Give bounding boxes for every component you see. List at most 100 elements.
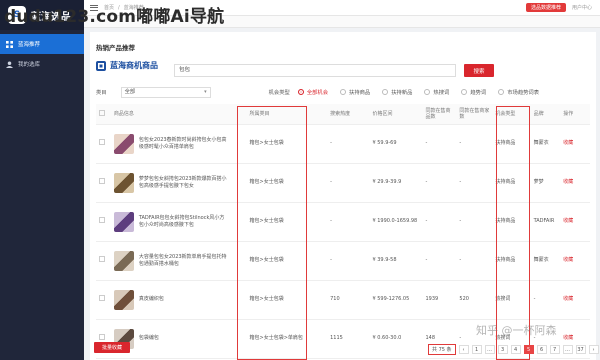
radio-option[interactable]: 扶持商品 — [340, 88, 370, 96]
opportunity-type-cell: 扶持商品 — [492, 241, 531, 281]
opportunity-type-cell: 热搜词 — [492, 280, 531, 320]
next-page-button[interactable]: › — [588, 345, 599, 354]
batch-collect-button[interactable]: 批量收藏 — [94, 342, 130, 353]
product-name[interactable]: TADFAIR包包女斜挎包Stilnock风小方包小众时尚高级感腋下包 — [139, 215, 229, 228]
row-checkbox[interactable] — [99, 256, 105, 263]
collect-action[interactable]: 收藏 — [560, 124, 590, 164]
product-name[interactable]: 包包女2023春新款时尚斜挎包女小包高级感时髦小众百搭单肩包 — [139, 137, 229, 150]
column-header: 同款在售商品数 — [422, 104, 457, 125]
radio-circle-icon — [461, 89, 468, 95]
row-checkbox[interactable] — [99, 139, 105, 146]
page-button[interactable]: 5 — [523, 345, 534, 354]
page-button[interactable]: 1 — [471, 345, 482, 354]
table-row: TADFAIR包包女斜挎包Stilnock风小方包小众时尚高级感腋下包 箱包>女士… — [96, 202, 590, 242]
product-info-cell: 萝梦包包女斜挎包2023新款爆款百搭小包高级感手提包腋下包女 — [110, 163, 247, 203]
collect-action[interactable]: 收藏 — [560, 163, 590, 203]
row-checkbox[interactable] — [99, 178, 105, 185]
radio-option[interactable]: 市场趋势词表 — [498, 88, 539, 96]
pagination-total: 共 75 条 — [428, 344, 456, 355]
radio-label: 扶持新品 — [391, 90, 413, 96]
type-label: 机会类型 — [268, 90, 290, 96]
page-button[interactable]: 37 — [575, 345, 586, 354]
column-header — [96, 104, 111, 125]
radio-option[interactable]: 趋势词 — [461, 88, 486, 96]
same-goods-count-cell: - — [422, 163, 457, 203]
collect-action[interactable]: 收藏 — [560, 280, 590, 320]
sidebar: S 蓝海选品 蓝海推荐 我的选库 — [0, 0, 84, 360]
radio-label: 扶持商品 — [349, 90, 371, 96]
row-checkbox[interactable] — [99, 295, 105, 302]
sidebar-item-recommend[interactable]: 蓝海推荐 — [0, 34, 84, 54]
page-button[interactable]: 6 — [536, 345, 547, 354]
radio-label: 市场趋势词表 — [507, 90, 540, 96]
category-cell: 箱包>女士包袋>单肩包 — [246, 319, 328, 359]
product-thumbnail[interactable] — [113, 211, 134, 232]
page-button[interactable]: 4 — [510, 345, 521, 354]
search-button[interactable]: 搜索 — [464, 64, 494, 77]
search-heat-cell: - — [327, 124, 370, 164]
radio-option[interactable]: 热搜词 — [424, 88, 449, 96]
category-select[interactable]: 全部 — [120, 86, 211, 98]
table-header-row: 商品信息 所属类目 搜索热度 价格区间 同款在售商品数 同款在售商家数 机会类型 品牌 操作 — [96, 104, 590, 125]
product-name[interactable]: 萝梦包包女斜挎包2023新款爆款百搭小包高级感手提包腋下包女 — [139, 176, 229, 189]
search-input[interactable]: 包包 — [174, 64, 456, 77]
page-button[interactable]: … — [562, 345, 573, 354]
column-header: 价格区间 — [369, 104, 423, 125]
page-button[interactable]: 7 — [549, 345, 560, 354]
product-thumbnail[interactable] — [113, 172, 134, 193]
column-header: 商品信息 — [110, 104, 247, 125]
sidebar-item-my-library[interactable]: 我的选库 — [0, 54, 84, 74]
section-title: 热销产品推荐 — [96, 44, 135, 52]
select-all-checkbox[interactable] — [99, 109, 105, 116]
product-thumbnail[interactable] — [113, 289, 134, 310]
category-cell: 箱包>女士包袋 — [246, 202, 328, 242]
opportunity-type-radios: 全部机会 扶持商品 扶持新品 热搜词 趋势词 市场趋势词表 — [297, 88, 539, 96]
column-header: 品牌 — [530, 104, 561, 125]
collect-action[interactable]: 收藏 — [560, 241, 590, 281]
radio-option[interactable]: 扶持新品 — [382, 88, 412, 96]
row-checkbox-cell — [96, 280, 111, 320]
opportunity-type-cell: 扶持商品 — [492, 124, 531, 164]
row-checkbox[interactable] — [99, 334, 105, 341]
radio-label: 热搜词 — [433, 90, 450, 96]
pagination: 共 75 条 ‹ 1… 3 4 5 6 7… 37 › — [428, 344, 599, 355]
sidebar-item-label: 蓝海推荐 — [18, 42, 41, 48]
top-pill-button[interactable]: 选品数据推荐 — [525, 3, 566, 12]
search-heat-cell: - — [327, 241, 370, 281]
opportunity-type-cell: 扶持商品 — [492, 163, 531, 203]
product-info-cell: TADFAIR包包女斜挎包Stilnock风小方包小众时尚高级感腋下包 — [110, 202, 247, 242]
sidebar-item-label: 我的选库 — [18, 62, 41, 68]
table-row: 真皮编织包 箱包>女士包袋 710 ¥ 599-1276.05 1939 520 热搜词 - 收… — [96, 280, 590, 320]
page-button[interactable]: 3 — [497, 345, 508, 354]
row-checkbox-cell — [96, 202, 111, 242]
radio-option[interactable]: 全部机会 — [297, 88, 328, 96]
category-cell: 箱包>女士包袋 — [246, 163, 328, 203]
same-goods-count-cell: - — [422, 124, 457, 164]
collect-action[interactable]: 收藏 — [560, 202, 590, 242]
column-header: 操作 — [560, 104, 590, 125]
user-center-link[interactable]: 用户中心 — [572, 4, 592, 11]
column-header: 同款在售商家数 — [456, 104, 493, 125]
product-thumbnail[interactable] — [113, 250, 134, 271]
row-checkbox-cell — [96, 163, 111, 203]
product-name[interactable]: 包袋编包 — [139, 335, 229, 342]
product-name[interactable]: 大容量包包女2023新款单肩手提包托特包通勤百搭水桶包 — [139, 254, 229, 267]
page-button[interactable]: … — [484, 345, 495, 354]
row-checkbox[interactable] — [99, 217, 105, 224]
price-range-cell: ¥ 1990.0-1659.98 — [369, 202, 423, 242]
product-name[interactable]: 真皮编织包 — [139, 296, 229, 303]
same-shops-count-cell: - — [456, 202, 493, 242]
prev-page-button[interactable]: ‹ — [458, 345, 469, 354]
radio-circle-icon — [340, 89, 347, 95]
same-shops-count-cell: - — [456, 241, 493, 281]
search-heat-cell: - — [327, 202, 370, 242]
search-heat-cell: 1115 — [327, 319, 370, 359]
product-thumbnail[interactable] — [113, 133, 134, 154]
brand-cell: 舞蒙衣 — [530, 124, 561, 164]
brand-row: 蓝海商机商品 — [96, 60, 158, 71]
same-shops-count-cell: 520 — [456, 280, 493, 320]
category-cell: 箱包>女士包袋 — [246, 241, 328, 281]
product-info-cell: 大容量包包女2023新款单肩手提包托特包通勤百搭水桶包 — [110, 241, 247, 281]
row-checkbox-cell — [96, 124, 111, 164]
same-goods-count-cell: 1939 — [422, 280, 457, 320]
